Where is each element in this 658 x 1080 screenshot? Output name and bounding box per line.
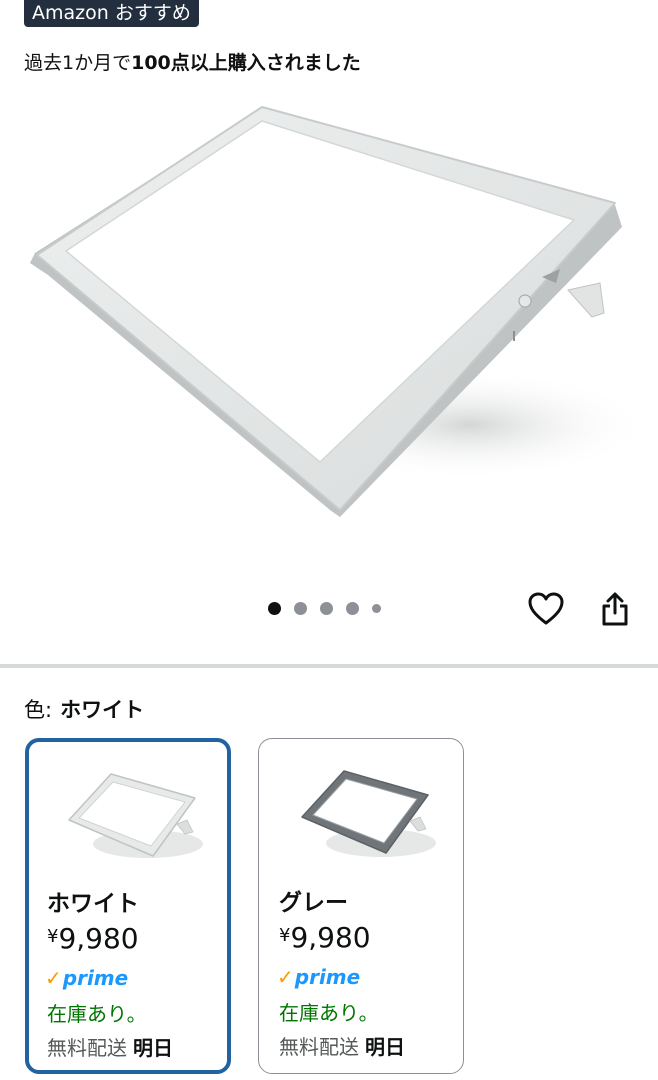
color-option-white[interactable]: ホワイト ¥9,980 ✓prime 在庫あり。 無料配送 明日 xyxy=(25,738,231,1074)
stock-status: 在庫あり。 xyxy=(47,1002,147,1026)
pagination-dot[interactable] xyxy=(320,601,333,615)
selected-color-value: ホワイト xyxy=(60,698,145,722)
prime-check-icon: ✓ xyxy=(45,966,62,990)
swatch-price: ¥9,980 xyxy=(47,922,139,955)
color-option-gray[interactable]: グレー ¥9,980 ✓prime 在庫あり。 無料配送 明日 xyxy=(258,738,464,1074)
shipping-label: 無料配送 xyxy=(279,1035,359,1059)
purchase-count-text: 過去1か月で100点以上購入されました xyxy=(24,48,361,75)
swatch-name: グレー xyxy=(279,890,348,916)
pagination-dot[interactable] xyxy=(346,601,359,615)
currency-symbol: ¥ xyxy=(279,925,291,946)
pagination-dot[interactable] xyxy=(372,603,381,613)
pagination-dot[interactable] xyxy=(294,601,307,615)
purchase-count-highlight: 100点以上購入されました xyxy=(131,52,361,74)
prime-badge: ✓prime xyxy=(277,965,360,989)
wishlist-button[interactable] xyxy=(527,590,565,628)
prime-check-icon: ✓ xyxy=(277,965,294,989)
color-label-prefix: 色: xyxy=(24,698,53,722)
share-icon xyxy=(602,592,628,626)
image-pagination-dots xyxy=(268,601,381,615)
amazon-recommended-badge: Amazon おすすめ xyxy=(24,0,199,27)
shipping-info: 無料配送 明日 xyxy=(279,1031,405,1060)
swatch-name: ホワイト xyxy=(47,891,139,917)
pagination-dot-active[interactable] xyxy=(268,601,281,615)
purchase-count-prefix: 過去1か月で xyxy=(24,52,132,74)
share-button[interactable] xyxy=(596,590,634,628)
section-divider xyxy=(0,664,658,668)
price-value: 9,980 xyxy=(290,921,371,954)
product-image-light-pad[interactable] xyxy=(0,85,658,555)
prime-badge: ✓prime xyxy=(45,966,128,990)
currency-symbol: ¥ xyxy=(47,926,59,947)
price-value: 9,980 xyxy=(58,922,139,955)
prime-label: prime xyxy=(62,966,129,990)
shipping-label: 無料配送 xyxy=(47,1036,127,1060)
swatch-price: ¥9,980 xyxy=(279,921,371,954)
white-variant-thumbnail xyxy=(68,773,203,858)
stock-status: 在庫あり。 xyxy=(279,1001,379,1025)
delivery-day: 明日 xyxy=(133,1036,173,1060)
delivery-day: 明日 xyxy=(365,1035,405,1059)
prime-label: prime xyxy=(294,965,361,989)
shipping-info: 無料配送 明日 xyxy=(47,1032,173,1061)
heart-icon xyxy=(528,592,564,625)
gray-variant-thumbnail xyxy=(301,770,436,857)
color-selection-label: 色: ホワイト xyxy=(24,694,144,724)
